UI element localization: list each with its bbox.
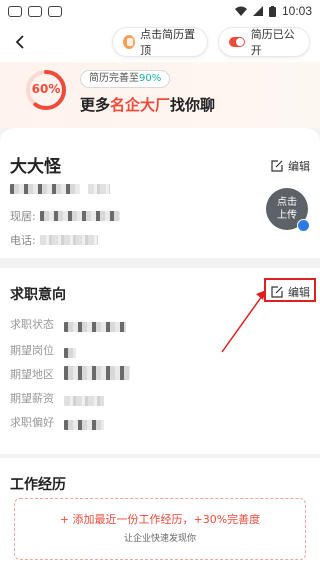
toggle-icon — [229, 37, 245, 47]
intent-position-label: 期望岗位 — [10, 344, 54, 357]
back-button[interactable] — [8, 30, 32, 54]
redacted-text — [64, 322, 126, 332]
intent-region-value — [64, 365, 130, 384]
slogan-pre: 更多 — [80, 96, 111, 114]
slogan-highlight: 名企大厂 — [110, 96, 171, 114]
edit-intent-label: 编辑 — [288, 286, 310, 299]
add-work-experience-button[interactable]: + 添加最近一份工作经历，+30%完善度 让企业快速发现你 — [14, 498, 306, 560]
status-indicators: 10:03 — [234, 4, 312, 18]
completion-hint: 简历完善至90% — [80, 70, 171, 88]
job-intent-card: 求职意向 编辑 求职状态 期望岗位 期望地区 期望薪资 求职偏好 — [0, 268, 320, 454]
wifi-icon — [234, 6, 247, 16]
intent-status-value — [64, 317, 126, 336]
phone-label: 电话: — [10, 234, 36, 247]
upload-badge-icon — [297, 219, 310, 232]
edit-icon — [271, 160, 283, 172]
edit-icon — [271, 286, 283, 298]
intent-preference-label: 求职偏好 — [10, 416, 54, 429]
upload-label-1: 点击 — [277, 197, 297, 208]
redacted-text — [64, 348, 76, 358]
user-name: 大大怪 — [10, 157, 61, 177]
add-work-main-text: + 添加最近一份工作经历，+30%完善度 — [59, 513, 261, 526]
intent-salary-label: 期望薪资 — [10, 392, 54, 405]
add-work-sub-text: 让企业快速发现你 — [123, 534, 196, 544]
residence-label: 现居: — [10, 210, 36, 223]
completion-hint-pct: 90% — [139, 73, 162, 84]
status-bar: 10:03 — [0, 0, 320, 22]
work-experience-card: 工作经历 + 添加最近一份工作经历，+30%完善度 让企业快速发现你 — [0, 458, 320, 570]
intent-region-label: 期望地区 — [10, 368, 54, 381]
resume-public-toggle[interactable]: 简历已公开 — [218, 27, 310, 57]
signal-icon — [252, 6, 263, 16]
chevron-left-icon — [15, 35, 24, 49]
coin-icon — [123, 35, 136, 49]
redacted-text — [88, 184, 110, 194]
status-time: 10:03 — [281, 4, 312, 18]
edit-basic-label: 编辑 — [288, 160, 310, 173]
slogan-post: 找你聊 — [170, 96, 216, 114]
redacted-text — [64, 366, 130, 380]
notification-icon — [8, 5, 22, 17]
phone-row: 电话: — [10, 232, 98, 248]
notification-icon — [28, 5, 42, 17]
battery-icon — [268, 5, 276, 17]
redacted-text — [64, 420, 104, 430]
progress-percent: 60% — [31, 82, 61, 96]
status-notifications — [8, 5, 62, 17]
completion-hint-prefix: 简历完善至 — [89, 73, 139, 84]
redacted-text — [64, 396, 104, 406]
resume-public-label: 简历已公开 — [250, 28, 295, 57]
notification-icon — [48, 5, 62, 17]
upload-resume-button[interactable]: 点击 上传 — [266, 188, 310, 232]
pin-resume-label: 点击简历置顶 — [140, 28, 196, 57]
basic-info-row — [10, 184, 110, 194]
completion-slogan: 更多名企大厂找你聊 — [80, 94, 215, 115]
edit-intent-button[interactable]: 编辑 — [271, 284, 310, 300]
work-experience-title: 工作经历 — [10, 477, 66, 493]
intent-status-label: 求职状态 — [10, 318, 54, 331]
edit-basic-button[interactable]: 编辑 — [271, 158, 310, 174]
intent-preference-value — [64, 415, 104, 434]
redacted-text — [10, 184, 80, 194]
redacted-text — [39, 211, 120, 221]
intent-salary-value — [64, 391, 104, 410]
redacted-text — [39, 235, 98, 245]
job-intent-title: 求职意向 — [10, 287, 66, 303]
residence-row: 现居: — [10, 208, 120, 224]
basic-info-card: 大大怪 编辑 现居: 电话: 点击 上传 — [0, 128, 320, 258]
completion-banner: 60% 简历完善至90% 更多名企大厂找你聊 — [0, 62, 320, 128]
intent-position-value — [64, 343, 76, 362]
pin-resume-button[interactable]: 点击简历置顶 — [112, 27, 208, 57]
top-bar: 点击简历置顶 简历已公开 — [0, 22, 320, 62]
